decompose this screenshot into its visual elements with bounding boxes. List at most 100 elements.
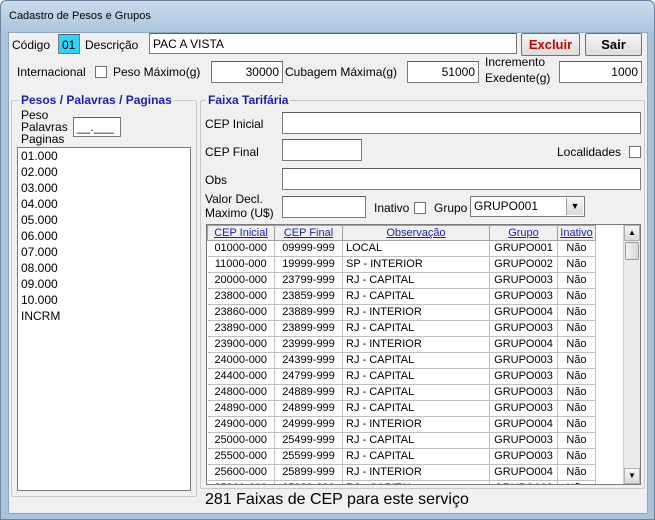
table-row[interactable]: 23860-000 23889-999 RJ - INTERIOR GRUPO004 N… (207, 304, 596, 321)
table-cell: GRUPO003 (489, 400, 558, 417)
table-cell: Não (557, 336, 596, 353)
table-cell: Não (557, 384, 596, 401)
pesos-list-item[interactable]: 05.000 (18, 212, 190, 228)
table-row[interactable]: 11000-000 19999-999 SP - INTERIOR GRUPO002 N… (207, 256, 596, 273)
table-cell: RJ - CAPITAL (342, 288, 490, 305)
inativo-checkbox[interactable] (414, 202, 426, 214)
table-cell: GRUPO004 (489, 336, 558, 353)
table-cell: Não (557, 416, 596, 433)
grid-vertical-scrollbar[interactable]: ▲ ▼ (623, 225, 640, 484)
pesos-list-item[interactable]: 10.000 (18, 292, 190, 308)
scroll-down-icon[interactable]: ▼ (624, 468, 640, 484)
scroll-thumb[interactable] (625, 242, 639, 260)
table-row[interactable]: 23800-000 23859-999 RJ - CAPITAL GRUPO003 Nã… (207, 288, 596, 305)
window-title: Cadastro de Pesos e Grupos (9, 10, 151, 22)
table-row[interactable]: 01000-000 09999-999 LOCAL GRUPO001 Não (207, 240, 596, 257)
valor-decl-label-2: Maximo (U$) (205, 206, 274, 220)
sair-button-label: Sair (601, 37, 626, 52)
chevron-down-icon[interactable]: ▼ (566, 198, 583, 215)
table-cell: 24899-999 (274, 400, 343, 417)
table-cell: 25600-000 (207, 464, 275, 481)
table-cell: RJ - CAPITAL (342, 320, 490, 337)
faixas-table: CEP Inicial CEP Final Observação Grupo Inati… (207, 225, 596, 484)
table-cell: GRUPO002 (489, 256, 558, 273)
grid-column-header[interactable]: CEP Inicial (207, 225, 275, 241)
table-row[interactable]: 25600-000 25899-999 RJ - INTERIOR GRUPO004 N… (207, 464, 596, 481)
faixas-grid[interactable]: CEP Inicial CEP Final Observação Grupo Inati… (206, 224, 641, 485)
peso-maximo-label: Peso Máximo(g) (113, 65, 201, 79)
faixa-group-title: Faixa Tarifária (206, 93, 291, 107)
grid-column-header[interactable]: Grupo (489, 225, 558, 241)
table-cell: RJ - CAPITAL (342, 368, 490, 385)
pesos-list-item[interactable]: 09.000 (18, 276, 190, 292)
pesos-list-item[interactable]: INCRM (18, 308, 190, 324)
peso-maximo-input[interactable]: 30000 (211, 61, 283, 83)
codigo-input[interactable]: 01 (58, 34, 80, 54)
table-cell: LOCAL (342, 240, 490, 257)
pesos-list-item[interactable]: 07.000 (18, 244, 190, 260)
table-cell: RJ - CAPITAL (342, 480, 490, 484)
grid-column-header[interactable]: CEP Final (274, 225, 343, 241)
pesos-group-title: Pesos / Palavras / Paginas (19, 93, 174, 107)
codigo-label: Código (12, 38, 51, 52)
table-row[interactable]: 25900-00025929-999RJ - CAPITALGRUPO003Nã… (207, 480, 596, 484)
table-row[interactable]: 23890-000 23899-999 RJ - CAPITAL GRUPO003 Nã… (207, 320, 596, 337)
grupo-select[interactable]: GRUPO001 ▼ (470, 196, 585, 217)
sair-button[interactable]: Sair (585, 33, 642, 56)
cep-inicial-input[interactable] (282, 112, 641, 134)
table-row[interactable]: 25000-000 25499-999 RJ - CAPITAL GRUPO003 Nã… (207, 432, 596, 449)
grid-column-header[interactable]: Observação (342, 225, 490, 241)
table-cell: 11000-000 (207, 256, 275, 273)
table-cell: 24890-000 (207, 400, 275, 417)
table-cell: Não (557, 304, 596, 321)
table-cell: 24000-000 (207, 352, 275, 369)
table-row[interactable]: 24400-000 24799-999 RJ - CAPITAL GRUPO003 Nã… (207, 368, 596, 385)
table-cell: Não (557, 432, 596, 449)
table-cell: 24399-999 (274, 352, 343, 369)
incremento-input[interactable]: 1000 (559, 61, 642, 83)
table-cell: 01000-000 (207, 240, 275, 257)
table-cell: GRUPO003 (489, 448, 558, 465)
table-cell: GRUPO003 (489, 288, 558, 305)
pesos-list-item[interactable]: 02.000 (18, 164, 190, 180)
pesos-list-item[interactable]: 03.000 (18, 180, 190, 196)
table-cell: 24900-000 (207, 416, 275, 433)
table-cell: Não (557, 448, 596, 465)
pesos-list-item[interactable]: 04.000 (18, 196, 190, 212)
excluir-button[interactable]: Excluir (521, 33, 580, 56)
table-cell: 20000-000 (207, 272, 275, 289)
table-cell: GRUPO004 (489, 464, 558, 481)
table-cell: 25500-000 (207, 448, 275, 465)
cubagem-input[interactable]: 51000 (407, 61, 479, 83)
valor-decl-input[interactable] (282, 196, 366, 218)
table-row[interactable]: 23900-000 23999-999 RJ - INTERIOR GRUPO004 N… (207, 336, 596, 353)
pesos-list-item[interactable]: 06.000 (18, 228, 190, 244)
table-cell: RJ - INTERIOR (342, 464, 490, 481)
cep-final-input[interactable] (282, 139, 362, 161)
table-cell: Não (557, 272, 596, 289)
table-row[interactable]: 24900-000 24999-999 RJ - INTERIOR GRUPO004 N… (207, 416, 596, 433)
obs-input[interactable] (282, 168, 641, 190)
localidades-checkbox[interactable] (629, 146, 641, 158)
descricao-input[interactable]: PAC A VISTA (149, 33, 517, 54)
table-row[interactable]: 24800-000 24889-999 RJ - CAPITAL GRUPO003 Nã… (207, 384, 596, 401)
table-cell: GRUPO003 (489, 432, 558, 449)
grid-column-header[interactable]: Inativo (557, 225, 596, 241)
table-row[interactable]: 24890-000 24899-999 RJ - CAPITAL GRUPO003 Nã… (207, 400, 596, 417)
internacional-checkbox[interactable] (95, 66, 107, 78)
title-bar[interactable]: Cadastro de Pesos e Grupos (1, 1, 654, 31)
table-row[interactable]: 20000-000 23799-999 RJ - CAPITAL GRUPO003 Nã… (207, 272, 596, 289)
table-row[interactable]: 25500-000 25599-999 RJ - CAPITAL GRUPO003 Nã… (207, 448, 596, 465)
table-cell: Não (557, 256, 596, 273)
pesos-list-item[interactable]: 08.000 (18, 260, 190, 276)
table-row[interactable]: 24000-000 24399-999 RJ - CAPITAL GRUPO003 Nã… (207, 352, 596, 369)
pesos-listbox[interactable]: 01.000 02.000 03.000 04.000 05.000 06.000 07.0… (17, 147, 191, 491)
pesos-list-item[interactable]: 01.000 (18, 148, 190, 164)
table-cell: SP - INTERIOR (342, 256, 490, 273)
cep-final-label: CEP Final (205, 145, 259, 159)
localidades-label: Localidades (557, 145, 622, 159)
table-cell: 23899-999 (274, 320, 343, 337)
table-cell: Não (557, 352, 596, 369)
peso-input[interactable]: __.___ (73, 117, 121, 137)
scroll-up-icon[interactable]: ▲ (624, 225, 640, 241)
